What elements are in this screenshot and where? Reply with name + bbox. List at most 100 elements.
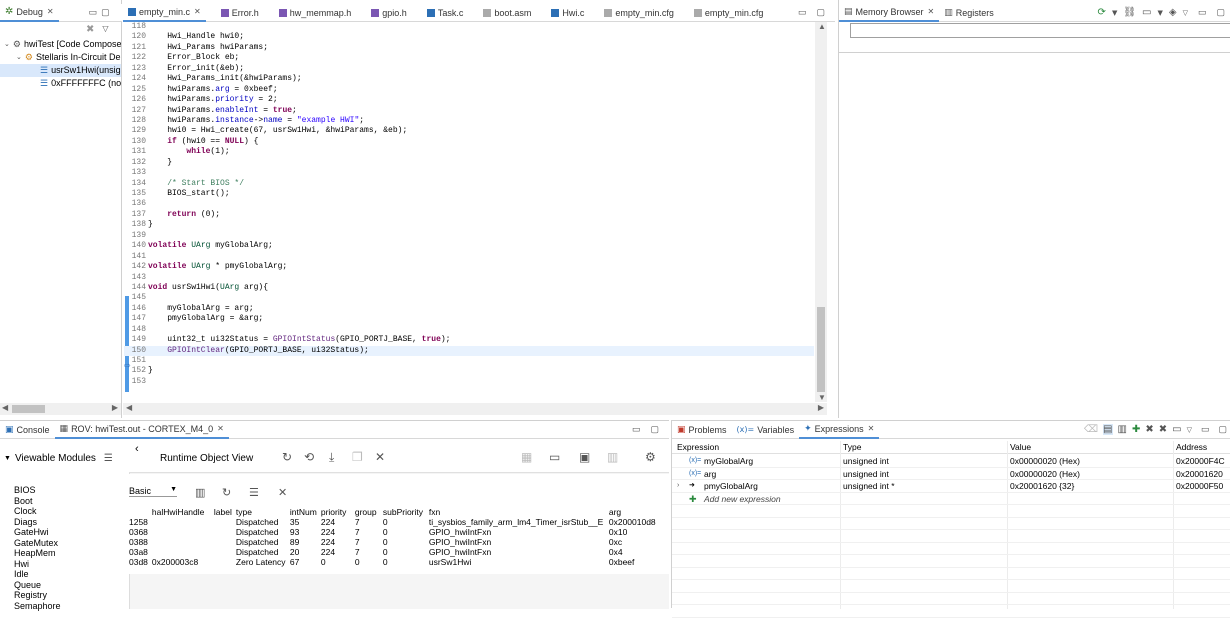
columns-icon[interactable]: ▥ (195, 486, 205, 499)
show-type-icon[interactable]: ▤ (1103, 424, 1113, 435)
tab-variables[interactable]: (x)= Variables (732, 421, 800, 439)
code-line[interactable]: 127 hwiParams.enableInt = true; (124, 106, 814, 116)
code-line[interactable]: 126 hwiParams.priority = 2; (124, 95, 814, 105)
code-line[interactable]: 132 } (124, 158, 814, 168)
code-line[interactable]: 146 myGlobalArg = arg; (124, 304, 814, 314)
view-menu-icon[interactable]: ▽ (1183, 9, 1188, 17)
dropdown-icon[interactable]: ▼ (1112, 9, 1117, 17)
filter-icon[interactable]: ☰ (104, 453, 113, 464)
expand-icon[interactable]: ⌄ (16, 51, 22, 64)
save-icon[interactable]: ▣ (579, 450, 590, 464)
tab-expressions[interactable]: ✦ Expressions ✕ (799, 420, 880, 439)
column-header[interactable]: subPriority (383, 507, 429, 517)
code-line[interactable]: 131 while(1); (124, 147, 814, 157)
back-icon[interactable]: ‹ (135, 443, 139, 455)
code-line[interactable]: 150 GPIOIntClear(GPIO_PORTJ_BASE, ui32St… (124, 345, 814, 356)
dropdown-icon[interactable]: ▼ (1157, 9, 1162, 17)
delete-icon[interactable]: ▥ (607, 450, 618, 464)
code-line[interactable]: 118 (124, 22, 814, 32)
close-icon[interactable]: ✕ (375, 450, 385, 464)
settings-icon[interactable]: ⚙ (645, 450, 656, 464)
link-icon[interactable]: ⛓ (1123, 7, 1136, 18)
module-item[interactable]: Registry (14, 590, 124, 601)
code-line[interactable]: 151 (124, 356, 814, 366)
column-header[interactable]: type (236, 507, 290, 517)
debug-tree-item[interactable]: ⌄ ⚙ Stellaris In-Circuit De (0, 51, 121, 64)
code-line[interactable]: 121 Hwi_Params hwiParams; (124, 43, 814, 53)
close-icon[interactable]: ✕ (868, 424, 875, 433)
code-line[interactable]: 152} (124, 366, 814, 376)
code-line[interactable]: 145 (124, 293, 814, 303)
editor-tab[interactable]: hw_memmap.h (274, 4, 357, 22)
code-line[interactable]: 122 Error_Block eb; (124, 53, 814, 63)
code-line[interactable]: 136 (124, 199, 814, 209)
column-header[interactable]: Value (1010, 441, 1031, 454)
horizontal-scrollbar[interactable]: ◀ ▶ (0, 403, 121, 415)
module-item[interactable]: GateHwi (14, 527, 124, 538)
tab-debug[interactable]: ✲ Debug ✕ (0, 3, 59, 22)
editor-tab[interactable]: empty_min.cfg (689, 4, 769, 22)
folder-icon[interactable]: ▭ (549, 450, 560, 464)
module-item[interactable]: Boot (14, 496, 124, 507)
code-line[interactable]: 144 void usrSw1Hwi(UArg arg){ (124, 283, 814, 293)
maximize-icon[interactable]: ▢ (650, 424, 659, 435)
close-icon[interactable]: ✕ (194, 7, 201, 16)
format-icon[interactable]: ▭ (1142, 7, 1151, 18)
column-header[interactable]: group (355, 507, 383, 517)
column-header[interactable]: halHwiHandle (152, 507, 214, 517)
tab-memory-browser[interactable]: ▤ Memory Browser ✕ (839, 3, 940, 22)
remove-all-icon[interactable]: ✖ (1159, 424, 1167, 435)
code-line[interactable]: 135 BIOS_start(); (124, 189, 814, 199)
code-line[interactable]: 129 hwi0 = Hwi_create(67, usrSw1Hwi, &hw… (124, 126, 814, 136)
code-line[interactable]: 143 (124, 273, 814, 283)
code-line[interactable]: 139 (124, 231, 814, 241)
editor-tab[interactable]: Task.c (422, 4, 469, 22)
sync-icon[interactable]: ⟲ (304, 450, 314, 464)
code-line[interactable]: 125 hwiParams.arg = 0xbeef; (124, 85, 814, 95)
memory-address-input[interactable] (850, 23, 1230, 38)
horizontal-scrollbar[interactable]: ◀ ▶ (123, 403, 827, 415)
module-item[interactable]: GateMutex (14, 538, 124, 549)
layout-icon[interactable]: ▥ (1118, 424, 1127, 435)
view-menu-icon[interactable]: ▽ (1187, 426, 1192, 434)
copy-icon[interactable]: ❐ (352, 450, 363, 464)
table-row[interactable]: 03d8 0x200003c8 Zero Latency 67 0 0 0 usrSw1Hwi… (129, 557, 665, 567)
editor-tab[interactable]: Error.h (216, 4, 264, 22)
maximize-icon[interactable]: ▢ (101, 7, 110, 18)
code-line[interactable]: 134 /* Start BIOS */ (124, 179, 814, 189)
minimize-icon[interactable]: ▭ (89, 7, 98, 18)
table-row[interactable]: 1258 Dispatched 35 224 7 0 ti_sysbios_family_a… (129, 517, 665, 527)
viewable-modules-header[interactable]: ▼ Viewable Modules ☰ (4, 453, 124, 464)
column-header[interactable]: arg (609, 507, 665, 517)
editor-tab[interactable]: Hwi.c (546, 4, 589, 22)
module-item[interactable]: HeapMem (14, 548, 124, 559)
column-header[interactable]: intNum (290, 507, 321, 517)
collapse-icon[interactable]: ▭ (1172, 424, 1181, 435)
download-icon[interactable]: ⤓ (329, 450, 334, 465)
code-line[interactable]: 128 hwiParams.instance->name = "example … (124, 116, 814, 126)
maximize-icon[interactable]: ▢ (1216, 7, 1225, 18)
code-line[interactable]: 140 volatile UArg myGlobalArg; (124, 241, 814, 251)
code-editor[interactable]: 118 120 Hwi_Handle hwi0; 121 Hwi_Params hw… (124, 22, 814, 402)
debug-tree-item[interactable]: ☰ usrSw1Hwi(unsig (0, 64, 121, 77)
code-line[interactable]: 137 return (0); (124, 210, 814, 220)
table-row[interactable]: 0368 Dispatched 93 224 7 0 GPIO_hwiIntFxn 0x10 (129, 527, 665, 537)
column-header[interactable]: label (214, 507, 236, 517)
module-item[interactable]: Diags (14, 517, 124, 528)
minimize-icon[interactable]: ▭ (1198, 7, 1207, 18)
debug-tree-item[interactable]: ☰ 0xFFFFFFFC (no s (0, 77, 121, 90)
tab-console[interactable]: ▣ Console (0, 421, 55, 439)
eye-icon[interactable]: ◈ (1169, 7, 1177, 18)
code-line[interactable]: 142 volatile UArg * pmyGlobalArg; (124, 262, 814, 272)
remove-terminated-icon[interactable]: ✖ (86, 24, 94, 35)
code-line[interactable]: 120 Hwi_Handle hwi0; (124, 32, 814, 42)
code-line[interactable]: 123 Error_init(&eb); (124, 64, 814, 74)
tab-registers[interactable]: ▥ Registers (939, 4, 999, 22)
column-header[interactable]: fxn (429, 507, 609, 517)
code-line[interactable]: 124 Hwi_Params_init(&hwiParams); (124, 74, 814, 84)
column-header[interactable]: Address (1176, 441, 1207, 454)
module-item[interactable]: Clock (14, 506, 124, 517)
expand-icon[interactable]: ⌄ (4, 38, 10, 51)
module-item[interactable]: Hwi (14, 559, 124, 570)
remove-icon[interactable]: ✖ (1145, 424, 1153, 435)
